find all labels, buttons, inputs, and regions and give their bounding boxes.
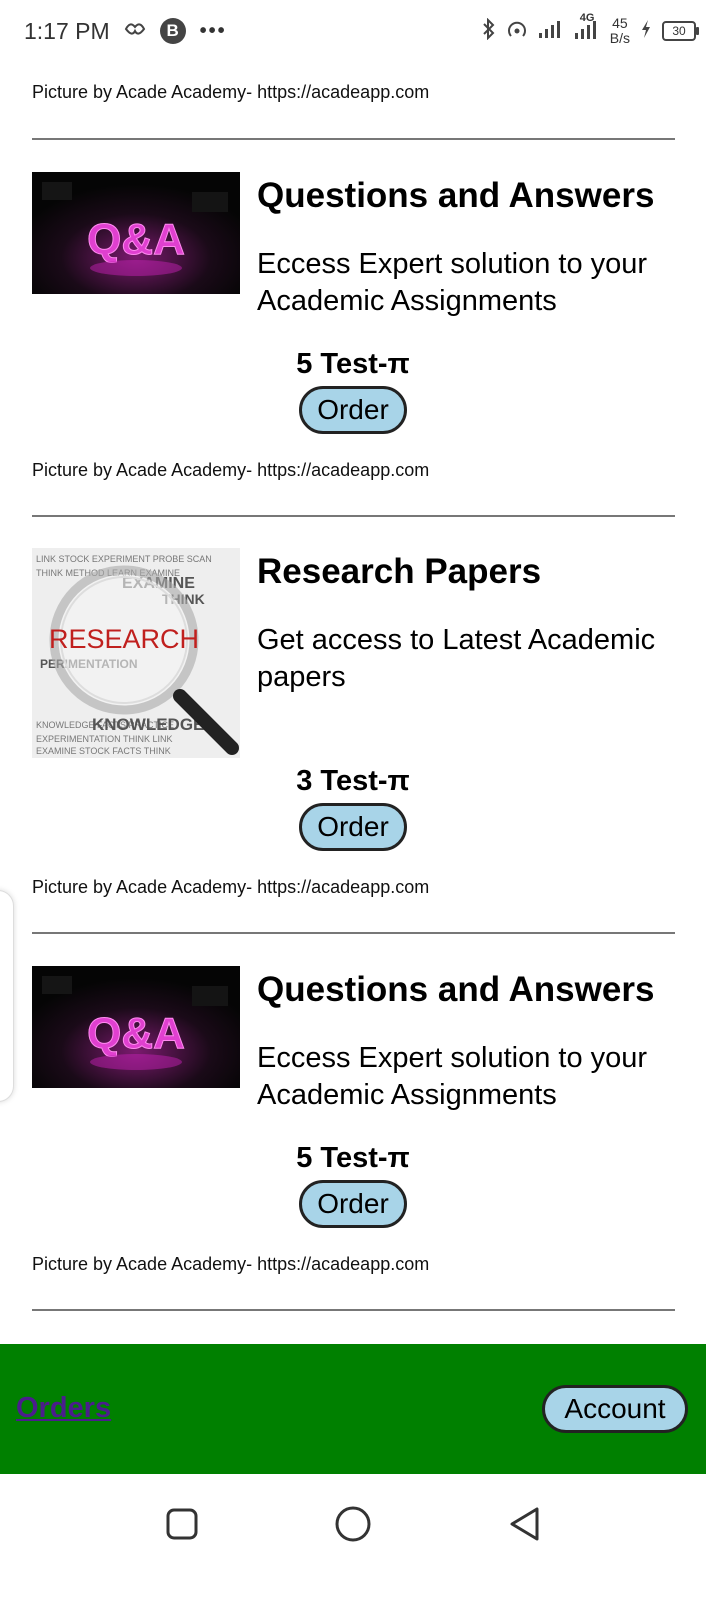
card-title: Research Papers — [257, 552, 542, 591]
svg-text:LINK STOCK EXPERIMENT PROBE SC: LINK STOCK EXPERIMENT PROBE SCAN — [36, 554, 212, 564]
speed-value: 45 — [612, 15, 628, 31]
service-card: LINK STOCK EXPERIMENT PROBE SCAN THINK M… — [0, 548, 720, 934]
clock: 1:17 PM — [24, 17, 110, 44]
orders-link[interactable]: Orders — [16, 1392, 111, 1425]
card-price: 5 Test-π — [296, 1142, 410, 1174]
recent-apps-button[interactable] — [162, 1504, 202, 1544]
app-screen: 1:17 PM B ••• 4G 45 B/s 30 Picture by Ac… — [0, 0, 720, 1600]
more-notifications-icon: ••• — [199, 19, 227, 42]
app-badge-icon: B — [159, 18, 186, 44]
svg-text:Q&A: Q&A — [87, 1009, 185, 1058]
svg-text:Q&A: Q&A — [87, 215, 185, 264]
divider — [32, 138, 675, 140]
notification-icon — [124, 18, 146, 45]
qa-image: Q&A — [32, 966, 240, 1088]
bottom-bar: Orders Account — [0, 1344, 706, 1474]
card-price: 3 Test-π — [296, 765, 410, 797]
network-speed: 45 B/s — [610, 16, 630, 46]
service-card: Q&A Questions and Answers Eccess Expert … — [0, 172, 720, 517]
svg-text:EXPERIMENTATION THINK LINK: EXPERIMENTATION THINK LINK — [36, 734, 173, 744]
bluetooth-icon — [482, 17, 496, 45]
signal-4g-icon: 4G — [574, 12, 600, 45]
card-title: Questions and Answers — [257, 970, 655, 1009]
image-credit: Picture by Acade Academy- https://acadea… — [32, 460, 430, 480]
card-price: 5 Test-π — [296, 348, 410, 380]
image-credit: Picture by Acade Academy- https://acadea… — [32, 1254, 430, 1274]
card-description: Get access to Latest Academic papers — [257, 624, 656, 693]
system-nav-bar — [0, 1474, 720, 1600]
qa-image: Q&A — [32, 172, 240, 294]
battery-icon: 30 — [662, 21, 699, 41]
charging-icon — [640, 19, 652, 44]
account-button[interactable]: Account — [542, 1385, 688, 1433]
divider — [32, 1309, 675, 1311]
status-right: 4G 45 B/s 30 — [482, 12, 699, 46]
order-button[interactable]: Order — [299, 803, 407, 851]
research-label: RESEARCH — [49, 624, 199, 654]
image-credit: Picture by Acade Academy- https://acadea… — [32, 877, 430, 897]
svg-text:EXAMINE STOCK FACTS THINK: EXAMINE STOCK FACTS THINK — [36, 746, 171, 756]
card-title: Questions and Answers — [257, 176, 655, 215]
order-button[interactable]: Order — [299, 386, 407, 434]
status-left: 1:17 PM B ••• — [24, 18, 227, 45]
battery-level: 30 — [672, 24, 686, 38]
image-credit: Picture by Acade Academy- https://acadea… — [32, 82, 430, 102]
status-bar: 1:17 PM B ••• 4G 45 B/s 30 — [0, 0, 720, 62]
home-button[interactable] — [333, 1504, 373, 1544]
service-card: Q&A Questions and Answers Eccess Expert … — [0, 966, 720, 1311]
card-description: Eccess Expert solution to your Academic … — [257, 1042, 648, 1111]
back-button[interactable] — [505, 1504, 545, 1544]
card-description: Eccess Expert solution to your Academic … — [257, 248, 648, 317]
svg-text:KNOWLEDGE: KNOWLEDGE — [92, 715, 204, 734]
speed-unit: B/s — [609, 30, 630, 46]
order-button[interactable]: Order — [299, 1180, 407, 1228]
divider — [32, 932, 675, 934]
hotspot-icon — [506, 18, 528, 45]
divider — [32, 515, 675, 517]
research-image: LINK STOCK EXPERIMENT PROBE SCAN THINK M… — [32, 548, 240, 758]
network-type: 4G — [579, 11, 595, 24]
signal-icon — [538, 19, 564, 44]
